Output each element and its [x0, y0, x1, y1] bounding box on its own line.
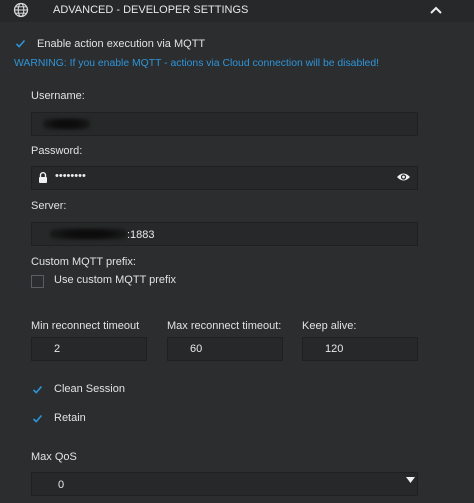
- redacted-username: [43, 118, 90, 130]
- checkmark-icon: [32, 385, 43, 394]
- checkmark-icon: [15, 39, 26, 48]
- custom-prefix-checkbox[interactable]: [31, 275, 44, 288]
- keep-alive-label: Keep alive:: [302, 320, 357, 332]
- chevron-up-icon[interactable]: [429, 5, 443, 15]
- custom-prefix-label: Custom MQTT prefix:: [31, 256, 136, 268]
- min-reconnect-label: Min reconnect timeout: [31, 320, 140, 332]
- clean-session-label: Clean Session: [54, 383, 125, 395]
- globe-icon: [13, 2, 29, 18]
- password-input[interactable]: [31, 166, 418, 190]
- enable-mqtt-checkbox[interactable]: [14, 37, 27, 50]
- password-label: Password:: [31, 145, 83, 157]
- checkmark-icon: [32, 414, 43, 423]
- mqtt-warning: WARNING: If you enable MQTT - actions vi…: [14, 58, 379, 69]
- max-reconnect-input[interactable]: [167, 337, 283, 361]
- custom-prefix-checkbox-label: Use custom MQTT prefix: [54, 274, 177, 286]
- clean-session-checkbox[interactable]: [31, 383, 44, 396]
- username-label: Username:: [31, 90, 85, 102]
- retain-checkbox[interactable]: [31, 412, 44, 425]
- keep-alive-input[interactable]: [302, 337, 418, 361]
- password-value: ••••••••: [55, 170, 86, 182]
- caret-down-icon: [406, 477, 415, 483]
- section-title: ADVANCED - DEVELOPER SETTINGS: [53, 4, 249, 16]
- redacted-server-address: [50, 228, 127, 240]
- enable-mqtt-label: Enable action execution via MQTT: [37, 38, 206, 50]
- max-qos-label: Max QoS: [31, 451, 77, 463]
- retain-label: Retain: [54, 412, 86, 424]
- max-qos-value: 0: [58, 479, 65, 491]
- min-reconnect-input[interactable]: [31, 337, 147, 361]
- max-qos-select[interactable]: [31, 472, 418, 496]
- lock-icon: [39, 172, 47, 183]
- server-port: :1883: [127, 229, 155, 241]
- eye-icon[interactable]: [396, 171, 411, 183]
- max-reconnect-label: Max reconnect timeout:: [167, 320, 282, 332]
- server-label: Server:: [31, 200, 67, 212]
